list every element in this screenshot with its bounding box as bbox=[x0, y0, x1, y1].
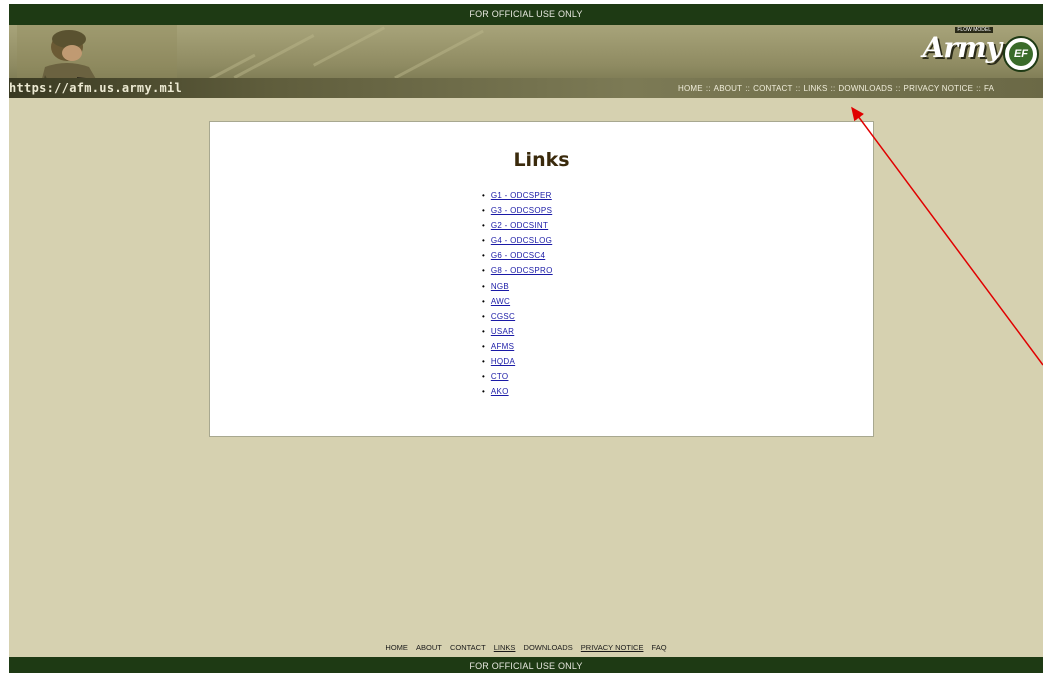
decorative-stripe bbox=[394, 29, 484, 80]
site-url: https://afm.us.army.mil bbox=[9, 81, 183, 95]
ef-badge-icon[interactable]: EF bbox=[1003, 36, 1039, 72]
link-g3-odcsops[interactable]: G3 - ODCSOPS bbox=[491, 206, 552, 215]
list-item: G4 - ODCSLOG bbox=[482, 233, 553, 248]
list-item: G2 - ODCSINT bbox=[482, 218, 553, 233]
top-nav-privacy-notice[interactable]: PRIVACY NOTICE bbox=[904, 84, 974, 93]
list-item: AFMS bbox=[482, 339, 553, 354]
link-g6-odcsc4[interactable]: G6 - ODCSC4 bbox=[491, 251, 545, 260]
decorative-stripe bbox=[312, 26, 386, 67]
footer-nav-faq[interactable]: FAQ bbox=[652, 643, 667, 652]
army-logo[interactable]: Army bbox=[923, 31, 1002, 64]
bottom-classification-banner: FOR OFFICIAL USE ONLY bbox=[9, 657, 1043, 673]
top-nav-downloads[interactable]: DOWNLOADS bbox=[838, 84, 892, 93]
footer-nav-downloads[interactable]: DOWNLOADS bbox=[524, 643, 573, 652]
top-nav-links[interactable]: LINKS bbox=[803, 84, 827, 93]
links-panel: Links G1 - ODCSPER G3 - ODCSOPS G2 - ODC… bbox=[209, 121, 874, 437]
nav-separator: :: bbox=[795, 84, 801, 93]
link-g4-odcslog[interactable]: G4 - ODCSLOG bbox=[491, 236, 552, 245]
nav-separator: :: bbox=[895, 84, 901, 93]
nav-separator: :: bbox=[830, 84, 836, 93]
footer-nav-contact[interactable]: CONTACT bbox=[450, 643, 486, 652]
footer-nav-links[interactable]: LINKS bbox=[494, 643, 516, 652]
link-cgsc[interactable]: CGSC bbox=[491, 312, 515, 321]
footer-nav-about[interactable]: ABOUT bbox=[416, 643, 442, 652]
footer-navigation: HOME ABOUT CONTACT LINKS DOWNLOADS PRIVA… bbox=[9, 643, 1043, 652]
list-item: NGB bbox=[482, 279, 553, 294]
list-item: G6 - ODCSC4 bbox=[482, 248, 553, 263]
top-nav-faq[interactable]: FA bbox=[984, 84, 994, 93]
link-cto[interactable]: CTO bbox=[491, 372, 509, 381]
footer-nav-privacy-notice[interactable]: PRIVACY NOTICE bbox=[581, 643, 644, 652]
list-item: AWC bbox=[482, 294, 553, 309]
ef-badge-text: EF bbox=[1009, 42, 1033, 66]
link-afms[interactable]: AFMS bbox=[491, 342, 514, 351]
nav-separator: :: bbox=[705, 84, 711, 93]
list-item: CGSC bbox=[482, 309, 553, 324]
list-item: CTO bbox=[482, 369, 553, 384]
list-item: AKO bbox=[482, 384, 553, 399]
nav-separator: :: bbox=[745, 84, 751, 93]
top-nav-home[interactable]: HOME bbox=[678, 84, 703, 93]
list-item: HQDA bbox=[482, 354, 553, 369]
top-classification-banner: FOR OFFICIAL USE ONLY bbox=[9, 4, 1043, 25]
link-hqda[interactable]: HQDA bbox=[491, 357, 515, 366]
top-nav-about[interactable]: ABOUT bbox=[714, 84, 743, 93]
link-awc[interactable]: AWC bbox=[491, 297, 510, 306]
link-usar[interactable]: USAR bbox=[491, 327, 514, 336]
links-list: G1 - ODCSPER G3 - ODCSOPS G2 - ODCSINT G… bbox=[482, 188, 553, 399]
browser-page: FOR OFFICIAL USE ONLY https://afm.us.arm… bbox=[9, 4, 1043, 673]
list-item: G1 - ODCSPER bbox=[482, 188, 553, 203]
decorative-stripe bbox=[233, 34, 315, 79]
page-title: Links bbox=[513, 149, 570, 171]
list-item: USAR bbox=[482, 324, 553, 339]
nav-separator: :: bbox=[976, 84, 982, 93]
link-g1-odcsper[interactable]: G1 - ODCSPER bbox=[491, 191, 552, 200]
list-item: G8 - ODCSPRO bbox=[482, 263, 553, 278]
list-item: G3 - ODCSOPS bbox=[482, 203, 553, 218]
link-g8-odcspro[interactable]: G8 - ODCSPRO bbox=[491, 266, 553, 275]
top-navigation: HOME:: ABOUT:: CONTACT:: LINKS:: DOWNLOADS::… bbox=[678, 84, 994, 93]
link-ako[interactable]: AKO bbox=[491, 387, 509, 396]
link-ngb[interactable]: NGB bbox=[491, 282, 509, 291]
footer-nav-home[interactable]: HOME bbox=[385, 643, 408, 652]
top-nav-contact[interactable]: CONTACT bbox=[753, 84, 792, 93]
link-g2-odcsint[interactable]: G2 - ODCSINT bbox=[491, 221, 548, 230]
